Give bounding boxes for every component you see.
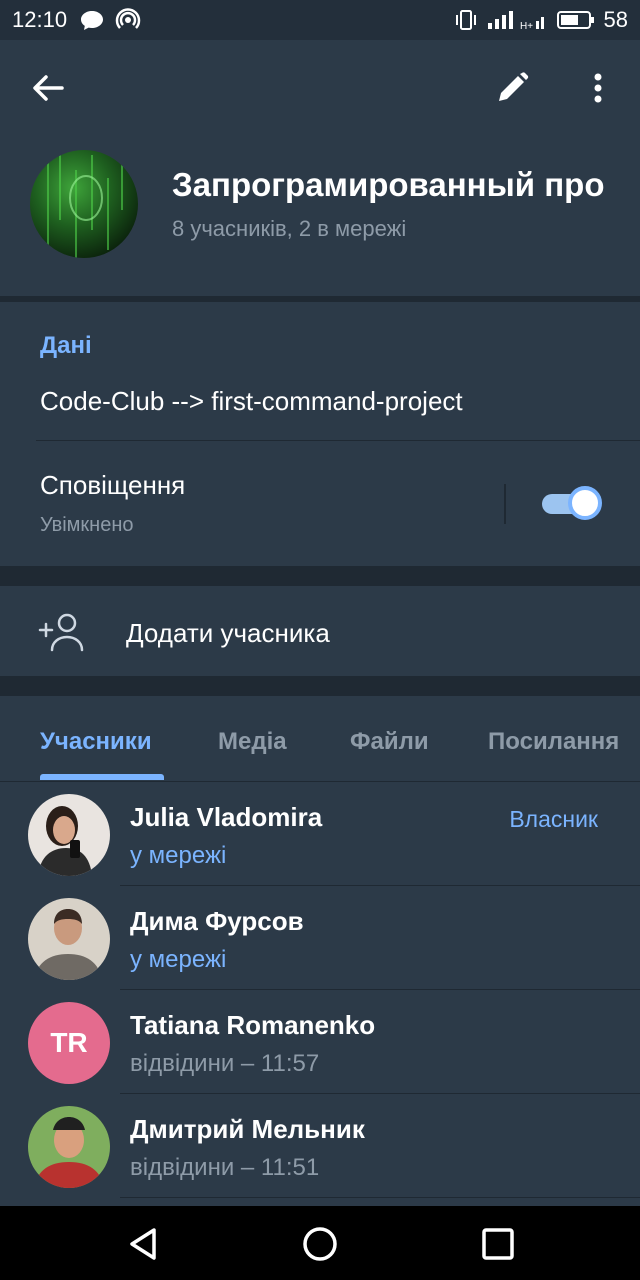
more-vert-icon[interactable] xyxy=(580,70,616,106)
member-name: Дмитрий Мельник xyxy=(130,1114,365,1144)
add-member-label: Додати учасника xyxy=(126,618,330,648)
group-description[interactable]: Code-Club --> first-command-project xyxy=(40,386,463,417)
divider xyxy=(0,676,640,696)
list-item[interactable]: Julia Vladomira у мережі Власник xyxy=(0,782,640,886)
group-title: Запрограмированный про xyxy=(172,166,605,203)
member-status: у мережі xyxy=(130,842,227,869)
status-time: 12:10 xyxy=(12,7,68,32)
back-triangle-icon[interactable] xyxy=(124,1224,164,1264)
notifications-toggle[interactable] xyxy=(542,486,602,520)
avatar xyxy=(28,1106,110,1188)
avatar xyxy=(28,898,110,980)
divider xyxy=(36,440,640,441)
status-bar: 12:10 H+ 58 xyxy=(0,0,640,40)
notifications-label[interactable]: Сповіщення xyxy=(40,470,185,501)
back-arrow-icon[interactable] xyxy=(28,68,68,108)
avatar-initials: TR xyxy=(28,1002,110,1084)
battery-icon xyxy=(556,11,594,29)
notifications-status: Увімкнено xyxy=(40,514,134,536)
group-header: Запрограмированный про 8 учасників, 2 в … xyxy=(0,40,640,296)
tab-files[interactable]: Файли xyxy=(350,728,429,756)
divider xyxy=(0,566,640,586)
list-item[interactable]: Дима Фурсов у мережі xyxy=(0,886,640,990)
chat-bubble-icon xyxy=(81,11,104,30)
add-member-button[interactable]: Додати учасника xyxy=(0,586,640,676)
member-status: відвідини – 11:57 xyxy=(130,1050,320,1077)
group-members-count: 8 учасників, 2 в мережі xyxy=(172,216,407,241)
vibrate-icon xyxy=(455,10,476,30)
member-name: Дима Фурсов xyxy=(130,906,304,936)
tab-links[interactable]: Посилання xyxy=(488,728,619,756)
info-section: Дані Code-Club --> first-command-project… xyxy=(0,302,640,566)
tab-members[interactable]: Учасники xyxy=(40,728,152,756)
group-avatar[interactable] xyxy=(30,150,138,258)
add-person-icon xyxy=(38,613,84,652)
system-nav-bar xyxy=(0,1206,640,1280)
member-status: у мережі xyxy=(130,946,227,973)
toggle-knob xyxy=(568,486,602,520)
home-circle-icon[interactable] xyxy=(300,1224,340,1264)
vertical-divider xyxy=(504,484,506,524)
list-item[interactable]: Дмитрий Мельник відвідини – 11:51 xyxy=(0,1094,640,1198)
info-section-title: Дані xyxy=(40,332,92,359)
battery-level: 58 xyxy=(603,7,628,32)
svg-text:H+: H+ xyxy=(520,21,533,31)
hotspot-icon xyxy=(115,8,141,29)
avatar: TR xyxy=(28,1002,110,1084)
members-list: Julia Vladomira у мережі Власник Дима Фу… xyxy=(0,782,640,1206)
signal-icon: H+ xyxy=(487,11,544,31)
tab-media[interactable]: Медіа xyxy=(218,728,287,756)
recents-square-icon[interactable] xyxy=(478,1224,518,1264)
member-name: Tatiana Romanenko xyxy=(130,1010,376,1040)
media-tabs: Учасники Медіа Файли Посилання xyxy=(0,696,640,782)
member-status: відвідини – 11:51 xyxy=(130,1154,320,1181)
tab-indicator xyxy=(40,774,164,780)
divider xyxy=(120,1197,640,1198)
member-name: Julia Vladomira xyxy=(130,802,323,832)
list-item[interactable]: TR Tatiana Romanenko відвідини – 11:57 xyxy=(0,990,640,1094)
member-role: Власник xyxy=(509,806,598,832)
pencil-icon[interactable] xyxy=(494,70,530,106)
avatar xyxy=(28,794,110,876)
